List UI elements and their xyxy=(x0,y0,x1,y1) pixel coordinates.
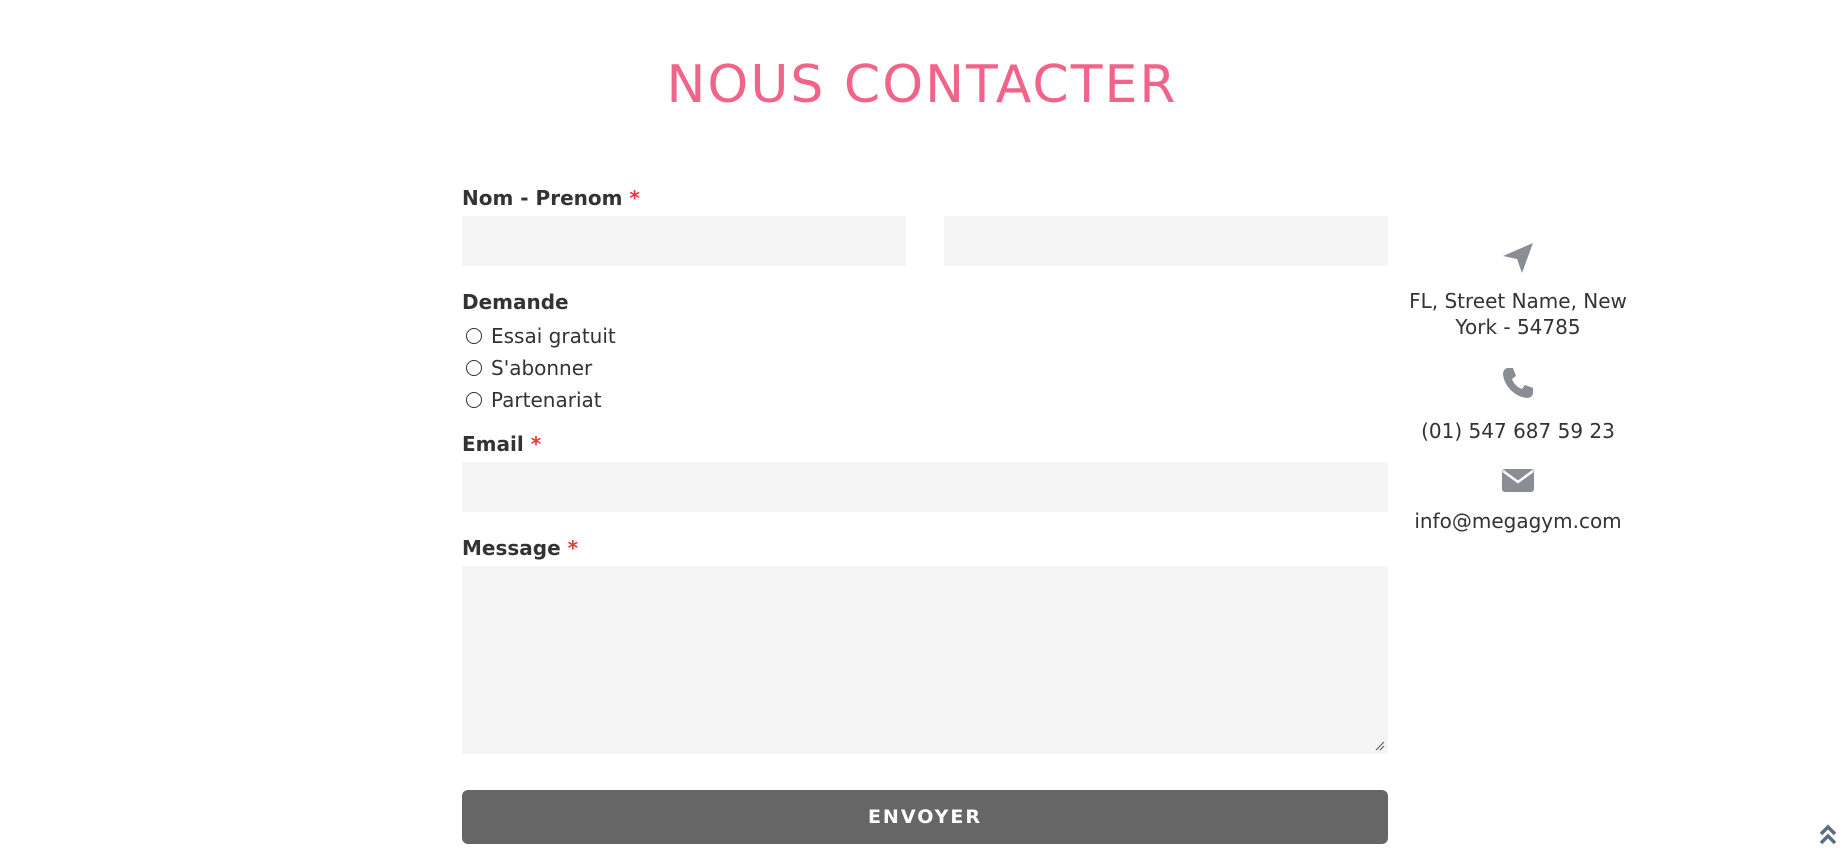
message-wrapper xyxy=(462,566,1388,754)
resize-grip-icon[interactable] xyxy=(1375,741,1385,751)
required-mark: * xyxy=(629,186,640,210)
phone-text: (01) 547 687 59 23 xyxy=(1421,419,1615,443)
radio-label: Partenariat xyxy=(491,388,602,412)
location-arrow-icon xyxy=(1503,243,1533,273)
radio-button[interactable] xyxy=(466,360,482,376)
page-title: NOUS CONTACTER xyxy=(666,55,1178,115)
address-text: FL, Street Name, New York - 54785 xyxy=(1409,289,1627,339)
submit-button[interactable]: ENVOYER xyxy=(462,790,1388,844)
last-name-input[interactable] xyxy=(944,216,1388,266)
message-textarea[interactable] xyxy=(462,566,1388,754)
required-mark: * xyxy=(567,536,579,560)
double-chevron-up-icon[interactable] xyxy=(1818,824,1838,846)
radio-label: S'abonner xyxy=(491,356,593,380)
first-name-input[interactable] xyxy=(462,216,906,266)
radio-label: Essai gratuit xyxy=(491,324,616,348)
radio-option-partenariat[interactable]: Partenariat xyxy=(462,384,1388,416)
envelope-icon xyxy=(1502,469,1534,492)
radio-button[interactable] xyxy=(466,392,482,408)
radio-option-sabonner[interactable]: S'abonner xyxy=(462,352,1388,384)
contact-form: Nom - Prenom * Demande Essai gratuit S'a… xyxy=(462,186,1388,754)
demande-radio-group: Essai gratuit S'abonner Partenariat xyxy=(462,320,1388,416)
radio-option-essai[interactable]: Essai gratuit xyxy=(462,320,1388,352)
contact-info: FL, Street Name, New York - 54785 (01) 5… xyxy=(1400,240,1636,534)
name-fields xyxy=(462,216,1388,266)
phone-icon xyxy=(1503,368,1533,398)
radio-button[interactable] xyxy=(466,328,482,344)
name-label: Nom - Prenom * xyxy=(462,186,640,210)
required-mark: * xyxy=(530,432,542,456)
message-label: Message * xyxy=(462,536,579,560)
email-field[interactable] xyxy=(462,462,1388,512)
email-text[interactable]: info@megagym.com xyxy=(1400,508,1636,534)
email-label: Email * xyxy=(462,432,542,456)
demande-label: Demande xyxy=(462,290,569,314)
